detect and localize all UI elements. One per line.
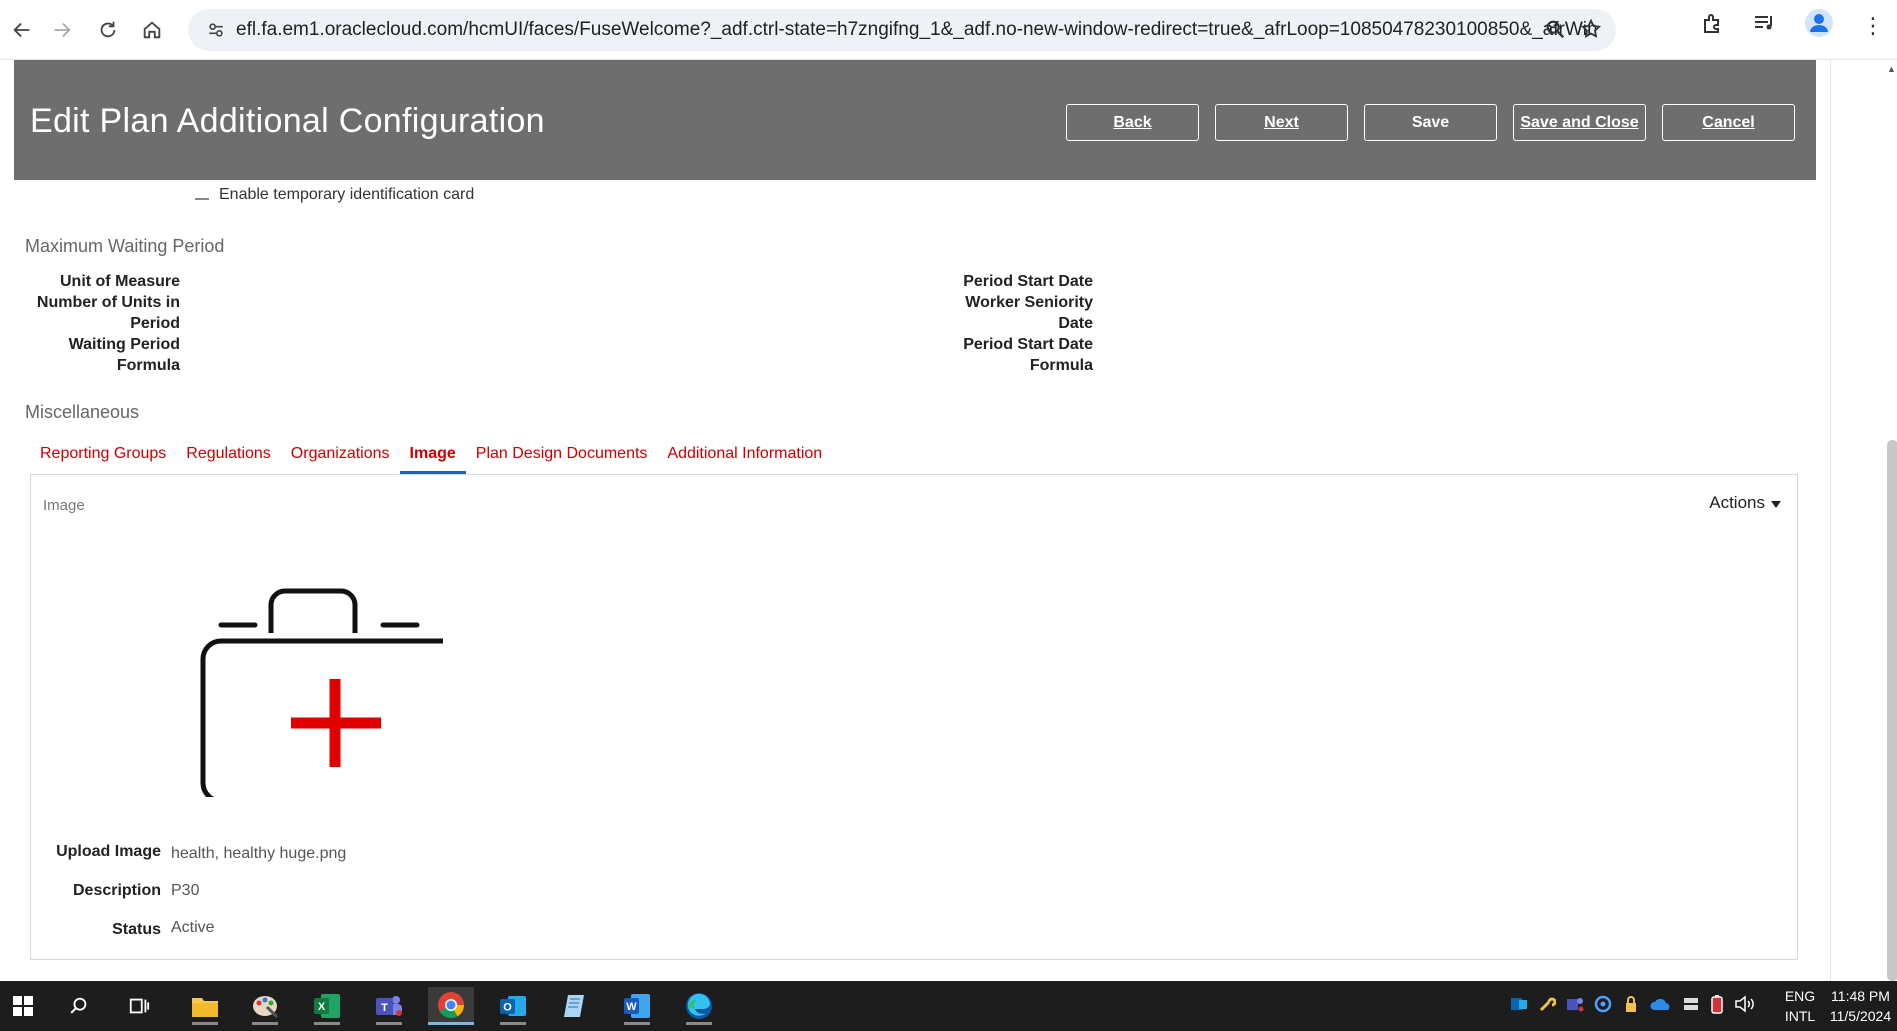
waiting-period-formula-label-2: Formula (116, 357, 180, 374)
cancel-button[interactable]: Cancel (1662, 104, 1795, 141)
svg-text:O: O (503, 1002, 512, 1014)
profile-avatar-icon[interactable] (1804, 8, 1834, 43)
site-settings-icon[interactable] (196, 20, 236, 40)
unchecked-mark-icon (195, 198, 209, 200)
actions-label: Actions (1709, 493, 1765, 512)
actions-menu[interactable]: Actions (1709, 493, 1781, 513)
battery-tray-icon[interactable] (1710, 994, 1724, 1019)
excel-icon[interactable]: X (304, 987, 350, 1025)
task-view-icon[interactable] (116, 987, 162, 1025)
status-label: Status (112, 921, 161, 938)
chrome-icon[interactable] (428, 987, 474, 1025)
period-start-formula-label-2: Formula (1029, 357, 1093, 374)
svg-text:T: T (381, 1002, 388, 1014)
tab-organizations[interactable]: Organizations (281, 442, 400, 474)
back-button[interactable]: Back (1066, 104, 1199, 141)
media-controls-icon[interactable] (1752, 11, 1776, 40)
tab-reporting-groups[interactable]: Reporting Groups (30, 442, 176, 474)
tab-additional-information[interactable]: Additional Information (657, 442, 832, 474)
scroll-up-icon[interactable]: ▲ (1887, 64, 1897, 74)
misc-tabs: Reporting Groups Regulations Organizatio… (30, 442, 832, 474)
image-panel: Image Actions Upload Image health, healt… (30, 474, 1798, 960)
windows-taskbar: X T O W ENG INTL 11:48 PM 11/5/2024 (0, 981, 1897, 1031)
url-text: efl.fa.em1.oraclecloud.com/hcmUI/faces/F… (236, 19, 1596, 40)
save-and-close-button[interactable]: Save and Close (1513, 104, 1646, 141)
number-of-units-label-2: Period (130, 315, 180, 332)
temp-id-card-checkbox-row[interactable]: Enable temporary identification card (195, 186, 474, 204)
teams-icon[interactable]: T (366, 987, 412, 1025)
description-value: P30 (171, 882, 200, 899)
browser-menu-icon[interactable]: ⋮ (1862, 13, 1884, 39)
period-start-formula-label: Period Start Date (963, 336, 1093, 353)
word-icon[interactable]: W (614, 987, 660, 1025)
extensions-icon[interactable] (1700, 11, 1724, 40)
caret-down-icon (1771, 500, 1781, 508)
outlook-icon[interactable]: O (490, 987, 536, 1025)
worker-seniority-label: Worker Seniority (965, 294, 1093, 311)
language-code: ENG (1784, 988, 1816, 1004)
windows-start-icon[interactable] (0, 987, 46, 1025)
onedrive-tray-icon[interactable] (1650, 996, 1672, 1017)
paint-app-icon[interactable] (242, 987, 288, 1025)
max-waiting-left-labels: Unit of Measure Number of Units in Perio… (20, 271, 180, 376)
tab-image[interactable]: Image (399, 442, 466, 474)
waiting-period-formula-label: Waiting Period (68, 336, 180, 353)
reload-icon[interactable] (86, 8, 130, 52)
miscellaneous-title: Miscellaneous (25, 402, 140, 422)
system-tray (1510, 981, 1756, 1031)
svg-text:W: W (626, 1001, 637, 1013)
browser-toolbar: efl.fa.em1.oraclecloud.com/hcmUI/faces/F… (0, 0, 1897, 60)
outlook-tray-icon[interactable] (1510, 995, 1528, 1018)
tab-regulations[interactable]: Regulations (176, 442, 281, 474)
upload-image-label: Upload Image (56, 843, 161, 860)
zoom-icon[interactable] (1544, 18, 1566, 45)
first-aid-kit-image (200, 588, 443, 797)
max-waiting-period-title: Maximum Waiting Period (25, 236, 225, 256)
lock-tray-icon[interactable] (1622, 995, 1640, 1018)
page-header: Edit Plan Additional Configuration Back … (14, 60, 1816, 180)
clock[interactable]: 11:48 PM 11/5/2024 (1824, 986, 1897, 1026)
unit-of-measure-label: Unit of Measure (59, 273, 180, 290)
max-waiting-right-labels: Period Start Date Worker Seniority Date … (900, 271, 1093, 376)
checkbox-label: Enable temporary identification card (219, 186, 475, 203)
bookmark-star-icon[interactable] (1580, 18, 1602, 45)
search-icon[interactable] (56, 987, 102, 1025)
tools-tray-icon[interactable] (1538, 995, 1557, 1018)
edge-icon[interactable] (676, 987, 722, 1025)
clock-date: 11/5/2024 (1829, 1008, 1892, 1024)
notepad-app-icon[interactable] (552, 987, 598, 1025)
teams-tray-icon[interactable] (1566, 995, 1584, 1018)
description-label: Description (72, 882, 161, 899)
file-explorer-icon[interactable] (182, 987, 228, 1025)
page-content: Edit Plan Additional Configuration Back … (0, 60, 1830, 981)
home-icon[interactable] (130, 8, 174, 52)
address-bar[interactable]: efl.fa.em1.oraclecloud.com/hcmUI/faces/F… (188, 9, 1616, 51)
back-arrow-icon[interactable] (0, 8, 44, 52)
period-start-date-label: Period Start Date (963, 273, 1093, 290)
image-panel-title: Image (43, 497, 85, 514)
sync-tray-icon[interactable] (1594, 995, 1612, 1018)
tab-plan-design-documents[interactable]: Plan Design Documents (466, 442, 658, 474)
upload-image-value[interactable]: health, healthy huge.png (171, 845, 346, 863)
svg-text:X: X (318, 1001, 326, 1013)
page-scrollbar[interactable]: ▲ (1830, 60, 1897, 981)
save-button[interactable]: Save (1364, 104, 1497, 141)
status-value: Active (171, 919, 215, 936)
worker-seniority-label-2: Date (1058, 315, 1093, 332)
scroll-thumb[interactable] (1887, 440, 1897, 981)
page-title: Edit Plan Additional Configuration (30, 102, 545, 140)
forward-arrow-icon[interactable] (40, 8, 84, 52)
number-of-units-label: Number of Units in (36, 294, 180, 311)
volume-icon[interactable] (1734, 994, 1756, 1018)
keyboard-layout: INTL (1784, 1008, 1816, 1024)
next-button[interactable]: Next (1215, 104, 1348, 141)
clock-time: 11:48 PM (1831, 988, 1890, 1004)
input-language-indicator[interactable]: ENG INTL (1778, 986, 1822, 1026)
storage-tray-icon[interactable] (1682, 995, 1700, 1018)
